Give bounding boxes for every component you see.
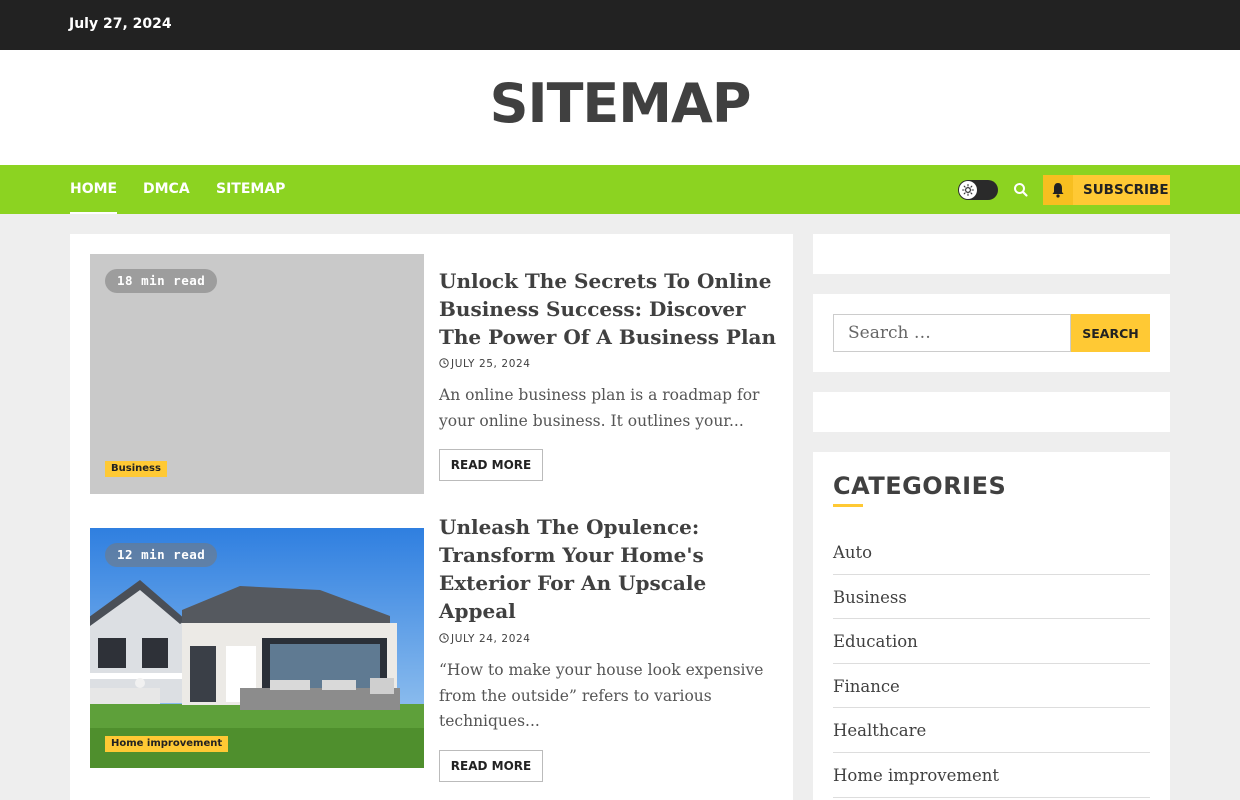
- nav-item-dmca[interactable]: DMCA: [143, 181, 190, 197]
- site-title[interactable]: SITEMAP: [0, 72, 1240, 135]
- clock-icon: [439, 633, 449, 643]
- post-excerpt: An online business plan is a roadmap for…: [439, 386, 760, 430]
- current-date: July 27, 2024: [69, 16, 172, 32]
- top-bar: July 27, 2024: [0, 0, 1240, 50]
- search-widget: SEARCH: [813, 294, 1170, 372]
- post-date: JULY 24, 2024: [439, 633, 531, 645]
- post-title[interactable]: Unleash The Opulence: Transform Your Hom…: [439, 513, 779, 625]
- category-item[interactable]: Education: [833, 619, 1150, 664]
- sun-icon: [962, 184, 974, 196]
- toggle-knob: [959, 181, 977, 199]
- read-time-badge: 12 min read: [105, 543, 218, 567]
- read-time-badge: 18 min read: [105, 269, 218, 293]
- empty-widget: [813, 234, 1170, 274]
- category-item[interactable]: Finance: [833, 664, 1150, 709]
- categories-heading: CATEGORIES: [833, 472, 1007, 500]
- post-thumbnail[interactable]: 12 min read Home improvement: [90, 528, 424, 768]
- site-header: SITEMAP: [0, 50, 1240, 165]
- post-title[interactable]: Unlock The Secrets To Online Business Su…: [439, 267, 779, 351]
- bell-icon: [1052, 183, 1064, 198]
- nav-item-sitemap[interactable]: SITEMAP: [216, 181, 285, 197]
- subscribe-label: SUBSCRIBE: [1083, 182, 1169, 198]
- category-item[interactable]: Healthcare: [833, 708, 1150, 753]
- categories-widget: CATEGORIES Auto Business Education Finan…: [813, 452, 1170, 800]
- post-excerpt: “How to make your house look expensive f…: [439, 661, 764, 730]
- read-more-button[interactable]: READ MORE: [439, 449, 543, 481]
- category-item[interactable]: Business: [833, 575, 1150, 620]
- search-input[interactable]: [833, 314, 1071, 352]
- bell-box: [1043, 175, 1073, 205]
- empty-widget: [813, 392, 1170, 432]
- subscribe-button[interactable]: SUBSCRIBE: [1043, 175, 1170, 205]
- post-thumbnail[interactable]: 18 min read Business: [90, 254, 424, 494]
- category-item[interactable]: Home improvement: [833, 753, 1150, 798]
- search-button[interactable]: SEARCH: [1071, 314, 1150, 352]
- clock-icon: [439, 358, 449, 368]
- category-list: Auto Business Education Finance Healthca…: [833, 530, 1150, 798]
- dark-mode-toggle[interactable]: [958, 180, 998, 200]
- heading-underline: [833, 504, 863, 507]
- search-icon: [1014, 183, 1028, 197]
- nav-search-button[interactable]: [1011, 180, 1031, 200]
- post-date-text: JULY 25, 2024: [451, 358, 531, 370]
- post-date: JULY 25, 2024: [439, 358, 531, 370]
- post-date-text: JULY 24, 2024: [451, 633, 531, 645]
- post-category-tag[interactable]: Business: [105, 461, 167, 477]
- post-category-tag[interactable]: Home improvement: [105, 736, 229, 752]
- category-item[interactable]: Auto: [833, 530, 1150, 575]
- read-more-button[interactable]: READ MORE: [439, 750, 543, 782]
- nav-item-home[interactable]: HOME: [70, 181, 118, 214]
- post-list: 18 min read Business Unlock The Secrets …: [70, 234, 793, 800]
